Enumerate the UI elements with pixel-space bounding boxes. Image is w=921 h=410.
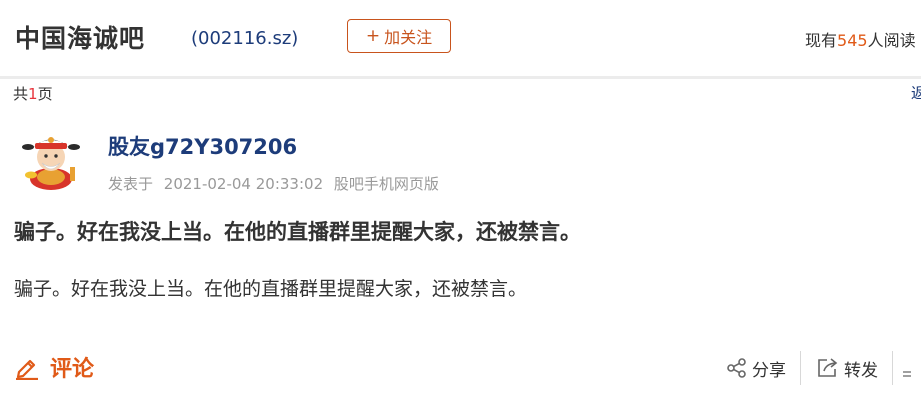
- bar-header: 中国海诚吧 (002116.sz) + 加关注 现有545人阅读: [0, 0, 921, 79]
- post-meta: 发表于 2021-02-04 20:33:02 股吧手机网页版: [108, 173, 439, 194]
- pages-suffix: 页: [37, 85, 53, 103]
- follow-button-label: 加关注: [384, 28, 433, 47]
- back-link[interactable]: 返回: [911, 82, 921, 103]
- action-divider: [800, 351, 801, 385]
- post-actions: 分享 转发: [700, 350, 921, 386]
- forward-icon: [818, 358, 838, 377]
- pages-prefix: 共: [13, 85, 29, 103]
- page-count: 共1页: [13, 83, 53, 104]
- forward-button[interactable]: 转发: [816, 356, 878, 381]
- follow-button[interactable]: + 加关注: [347, 19, 451, 53]
- plus-icon: +: [365, 26, 381, 46]
- readers-prefix: 现有: [805, 31, 838, 50]
- comment-label: 评论: [50, 357, 95, 382]
- author-avatar[interactable]: [20, 130, 82, 192]
- post-page: 中国海诚吧 (002116.sz) + 加关注 现有545人阅读 共1页 返回: [0, 0, 921, 410]
- more-glyph: [903, 371, 911, 377]
- action-divider: [892, 351, 893, 385]
- comment-button[interactable]: 评论: [14, 351, 94, 383]
- reader-count: 现有545人阅读: [805, 27, 916, 51]
- post-body: 骗子。好在我没上当。在他的直播群里提醒大家，还被禁言。: [14, 278, 528, 300]
- readers-suffix: 人阅读: [867, 31, 916, 50]
- author-name[interactable]: 股友g72Y307206: [108, 131, 297, 161]
- more-icon[interactable]: [901, 358, 917, 378]
- post-timestamp: 2021-02-04 20:33:02: [163, 175, 324, 193]
- fortune-god-avatar-icon: [22, 137, 80, 190]
- forward-label: 转发: [844, 360, 878, 381]
- pencil-icon: [16, 359, 38, 380]
- published-label: 发表于: [108, 175, 154, 193]
- readers-count: 545: [837, 31, 868, 50]
- post-source: 股吧手机网页版: [333, 175, 439, 193]
- share-label: 分享: [752, 360, 786, 381]
- share-button[interactable]: 分享: [726, 356, 786, 381]
- post-title: 骗子。好在我没上当。在他的直播群里提醒大家，还被禁言。: [14, 220, 581, 244]
- stock-code[interactable]: (002116.sz): [191, 28, 298, 49]
- bar-title[interactable]: 中国海诚吧: [15, 19, 145, 55]
- share-icon: [727, 358, 746, 378]
- pages-count: 1: [28, 85, 38, 103]
